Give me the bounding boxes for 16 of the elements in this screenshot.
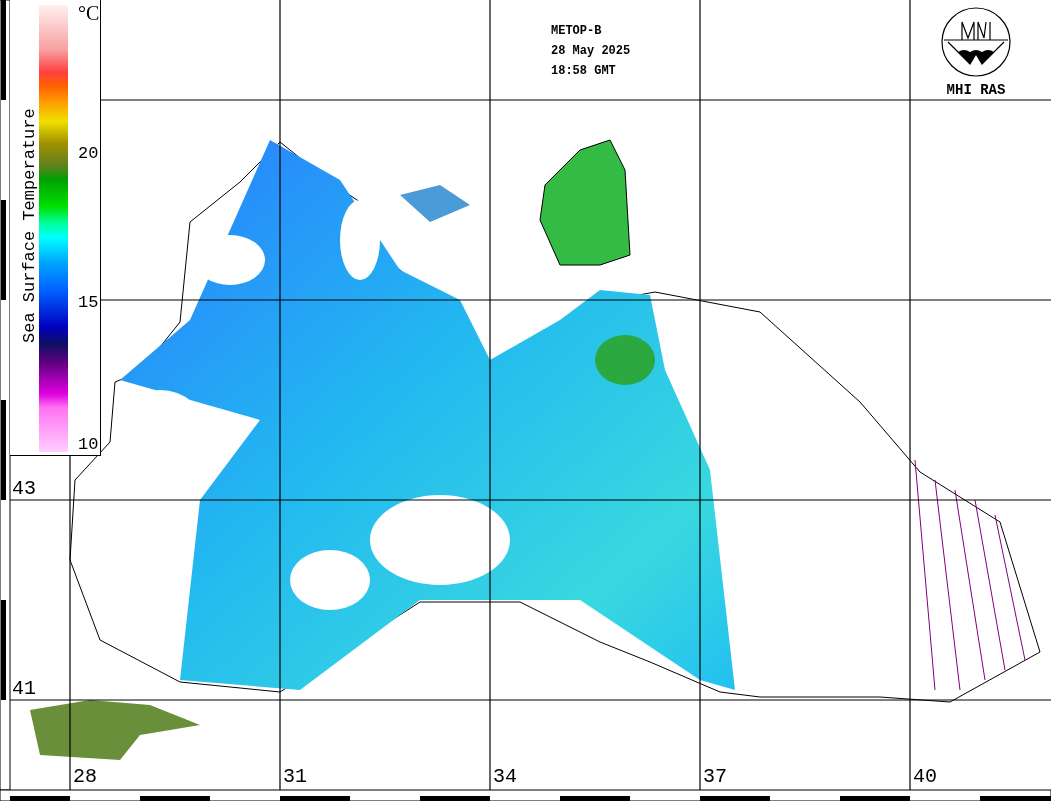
logo-icon (940, 6, 1012, 78)
latitude-label: 43 (12, 478, 36, 500)
unit-label: °C (78, 2, 100, 25)
image-time: 18:58 GMT (551, 63, 617, 80)
longitude-label: 37 (703, 766, 727, 788)
scale-tick-label: 20 (78, 145, 99, 163)
longitude-label: 31 (283, 766, 307, 788)
scale-tick-label: 15 (78, 294, 99, 312)
image-date: 28 May 2025 (551, 43, 631, 60)
longitude-label: 34 (493, 766, 517, 788)
logo-text: MHI RAS (946, 82, 1006, 98)
longitude-label: 40 (913, 766, 937, 788)
satellite-name: METOP-B (551, 23, 603, 40)
longitude-label: 28 (73, 766, 97, 788)
scale-tick-label: 10 (78, 436, 99, 454)
latitude-label: 41 (12, 678, 36, 700)
